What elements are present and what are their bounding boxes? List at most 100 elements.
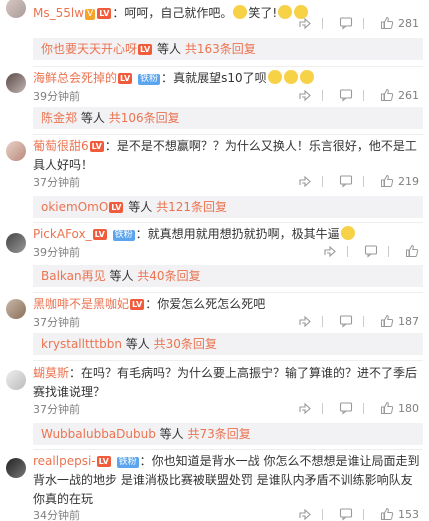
comment-text: 就真想用就用想扔就扔啊，极其牛逼 <box>147 227 340 241</box>
comment-content: reallpepsi- LV 铁粉 ：你也知道是背水一战 你怎么不想想是谁让局面走到… <box>33 454 420 506</box>
comment-icon[interactable] <box>339 16 353 30</box>
reply-summary[interactable]: WubbalubbaDubub 等人 共73条回复 <box>33 423 423 445</box>
avatar[interactable] <box>6 233 26 253</box>
comment-actions: 180 <box>292 401 419 415</box>
reply-summary[interactable]: krystalltttbbn 等人 共30条回复 <box>33 333 423 355</box>
comment-icon[interactable] <box>339 507 353 521</box>
divider <box>33 292 423 293</box>
reply-count-link[interactable]: 共106条回复 <box>109 111 180 125</box>
like-icon[interactable] <box>380 174 394 188</box>
username[interactable]: 黑咖啡不是黑咖妃 <box>33 297 129 311</box>
reply-username[interactable]: krystalltttbbn <box>41 337 122 351</box>
emoji-icon <box>283 70 298 84</box>
level-badge-icon: LV <box>109 202 124 213</box>
share-icon[interactable] <box>298 314 312 328</box>
reply-count-link[interactable]: 共121条回复 <box>156 200 227 214</box>
reply-count-link[interactable]: 共30条回复 <box>154 337 217 351</box>
emoji-icon <box>267 70 282 84</box>
divider <box>33 66 423 67</box>
divider <box>33 449 423 450</box>
comment-time: 37分钟前 <box>33 176 80 189</box>
username[interactable]: 葡萄很甜6 <box>33 139 89 153</box>
comment-icon[interactable] <box>339 401 353 415</box>
comment-text: 呵呵，自己就作吧。 <box>124 6 233 20</box>
emoji-icon <box>278 5 293 19</box>
comment-content: 海鲜总会死掉的 LV 铁粉 ：真就展望s10了呗 <box>33 69 423 88</box>
comment-text-suffix: 笑了! <box>248 6 278 20</box>
reply-summary[interactable]: okiemOmO LV 等人 共121条回复 <box>33 196 423 218</box>
reply-username[interactable]: Balkan再见 <box>41 269 106 283</box>
reply-count-link[interactable]: 共73条回复 <box>188 427 251 441</box>
reply-username[interactable]: WubbalubbaDubub <box>41 427 156 441</box>
like-count: 153 <box>398 507 419 521</box>
divider <box>33 222 423 223</box>
emoji-icon <box>299 70 314 84</box>
like-icon[interactable] <box>380 314 394 328</box>
level-badge-icon: LV <box>138 44 153 55</box>
comment-time: 39分钟前 <box>33 90 80 103</box>
comment-actions: 261 <box>292 88 419 102</box>
comment-time: 34分钟前 <box>33 509 80 521</box>
reply-username[interactable]: 陈金郑 <box>41 111 77 125</box>
level-badge-icon: LV <box>92 229 107 240</box>
username[interactable]: 海鲜总会死掉的 <box>33 71 117 85</box>
comment-actions: 281 <box>292 16 419 30</box>
comment-actions: 219 <box>292 174 419 188</box>
reply-username[interactable]: 你也要天天开心呀 <box>41 42 137 56</box>
comment-icon[interactable] <box>339 174 353 188</box>
divider <box>33 134 423 135</box>
comment-time: 37分钟前 <box>33 316 80 329</box>
username[interactable]: Ms_55lw <box>33 6 84 20</box>
reply-count-link[interactable]: 共163条回复 <box>185 42 256 56</box>
comment-time: 39分钟前 <box>33 246 80 259</box>
avatar[interactable] <box>6 299 26 319</box>
like-icon[interactable] <box>405 244 419 258</box>
avatar[interactable] <box>6 0 26 18</box>
divider <box>33 360 423 361</box>
comment-content: 蝴莫斯：在吗？有毛病吗？为什么要上高振宁？输了算谁的？进不了季后赛找谁说理？ <box>33 366 418 399</box>
avatar[interactable] <box>6 370 26 390</box>
comment-icon[interactable] <box>339 314 353 328</box>
username[interactable]: PickAFox_ <box>33 227 92 241</box>
comment-content: 黑咖啡不是黑咖妃 LV ：你爱怎么死怎么死吧 <box>33 297 266 311</box>
comment-text: 真就展望s10了呗 <box>173 71 267 85</box>
reply-count-link[interactable]: 共40条回复 <box>137 269 200 283</box>
share-icon[interactable] <box>298 401 312 415</box>
level-badge-icon: LV <box>89 141 104 152</box>
like-icon[interactable] <box>380 16 394 30</box>
fan-badge-icon: 铁粉 <box>116 457 139 468</box>
fan-badge-icon: 铁粉 <box>138 74 161 85</box>
comment-content: PickAFox_ LV 铁粉 ：就真想用就用想扔就扔啊，极其牛逼 <box>33 225 423 244</box>
like-icon[interactable] <box>380 88 394 102</box>
share-icon[interactable] <box>298 174 312 188</box>
share-icon[interactable] <box>298 16 312 30</box>
like-icon[interactable] <box>380 507 394 521</box>
comment-actions: 153 <box>292 507 419 521</box>
avatar[interactable] <box>6 73 26 93</box>
level-badge-icon: LV <box>130 299 145 310</box>
share-icon[interactable] <box>298 88 312 102</box>
share-icon[interactable] <box>323 244 337 258</box>
comment-text: 你爱怎么死怎么死吧 <box>157 297 266 311</box>
like-count: 187 <box>398 314 419 328</box>
comment-content: 葡萄很甜6 LV ：是不是不想赢啊？？为什么又换人！乐言很好，他不是工具人好吗！ <box>33 139 417 172</box>
share-icon[interactable] <box>298 507 312 521</box>
emoji-icon <box>233 5 248 19</box>
comment-icon[interactable] <box>339 88 353 102</box>
reply-summary[interactable]: 陈金郑 等人 共106条回复 <box>33 107 423 129</box>
username[interactable]: reallpepsi- <box>33 454 96 468</box>
level-badge-icon: LV <box>96 456 111 467</box>
comment-icon[interactable] <box>364 244 378 258</box>
reply-summary[interactable]: Balkan再见 等人 共40条回复 <box>33 265 423 287</box>
reply-summary[interactable]: 你也要天天开心呀 LV 等人 共163条回复 <box>33 38 423 60</box>
avatar[interactable] <box>6 458 26 478</box>
comment-actions <box>317 244 419 258</box>
username[interactable]: 蝴莫斯 <box>33 366 69 380</box>
like-count: 180 <box>398 401 419 415</box>
like-icon[interactable] <box>380 401 394 415</box>
comment-actions: 187 <box>292 314 419 328</box>
like-count: 261 <box>398 88 419 102</box>
reply-username[interactable]: okiemOmO <box>41 200 108 214</box>
avatar[interactable] <box>6 141 26 161</box>
emoji-icon <box>340 226 355 240</box>
